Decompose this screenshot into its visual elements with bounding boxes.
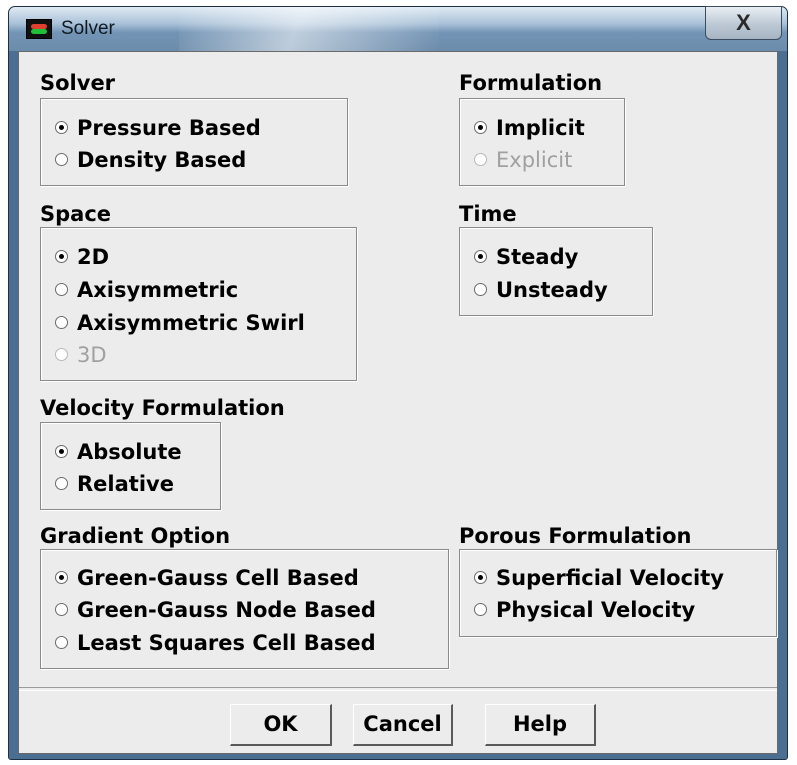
radio-button[interactable] — [474, 603, 487, 616]
time-group: Steady Unsteady — [459, 227, 653, 316]
gradient-option-group-label: Gradient Option — [40, 524, 231, 548]
time-group-label: Time — [459, 202, 517, 226]
radio-button[interactable] — [55, 603, 68, 616]
help-button[interactable]: Help — [485, 704, 596, 746]
radio-button[interactable] — [474, 121, 487, 134]
dialog-body: Solver Pressure Based Density Based Form… — [18, 51, 778, 754]
radio-button[interactable] — [55, 250, 68, 263]
formulation-group: Implicit Explicit — [459, 98, 625, 186]
porous-formulation-group-label: Porous Formulation — [459, 524, 692, 548]
radio-button — [55, 348, 68, 361]
porous-formulation-group: Superficial Velocity Physical Velocity — [459, 549, 777, 637]
gradient-option-group: Green-Gauss Cell Based Green-Gauss Node … — [40, 549, 449, 669]
radio-button[interactable] — [55, 153, 68, 166]
solver-group: Pressure Based Density Based — [40, 98, 348, 186]
formulation-group-label: Formulation — [459, 71, 603, 95]
space-group-label: Space — [40, 202, 112, 226]
velocity-formulation-group: Absolute Relative — [40, 422, 221, 510]
radio-button[interactable] — [55, 283, 68, 296]
footer-divider — [19, 687, 777, 691]
radio-button[interactable] — [55, 121, 68, 134]
close-button[interactable]: X — [705, 6, 782, 40]
radio-button[interactable] — [474, 571, 487, 584]
radio-button[interactable] — [55, 445, 68, 458]
cancel-button[interactable]: Cancel — [353, 704, 453, 746]
fluent-app-icon — [26, 19, 52, 39]
radio-button[interactable] — [55, 316, 68, 329]
radio-button[interactable] — [55, 636, 68, 649]
ok-button[interactable]: OK — [230, 704, 332, 746]
solver-dialog: Solver X Solver Pressure Based Density B… — [8, 6, 788, 760]
title-bar[interactable]: Solver X — [9, 6, 787, 51]
solver-group-label: Solver — [40, 71, 116, 95]
radio-button[interactable] — [474, 283, 487, 296]
radio-button[interactable] — [474, 250, 487, 263]
close-icon: X — [736, 10, 751, 35]
velocity-formulation-group-label: Velocity Formulation — [40, 396, 285, 420]
window-title: Solver — [61, 18, 115, 39]
radio-button[interactable] — [55, 571, 68, 584]
radio-button — [474, 153, 487, 166]
radio-button[interactable] — [55, 477, 68, 490]
space-group: 2D Axisymmetric Axisymmetric Swirl 3D — [40, 227, 357, 381]
